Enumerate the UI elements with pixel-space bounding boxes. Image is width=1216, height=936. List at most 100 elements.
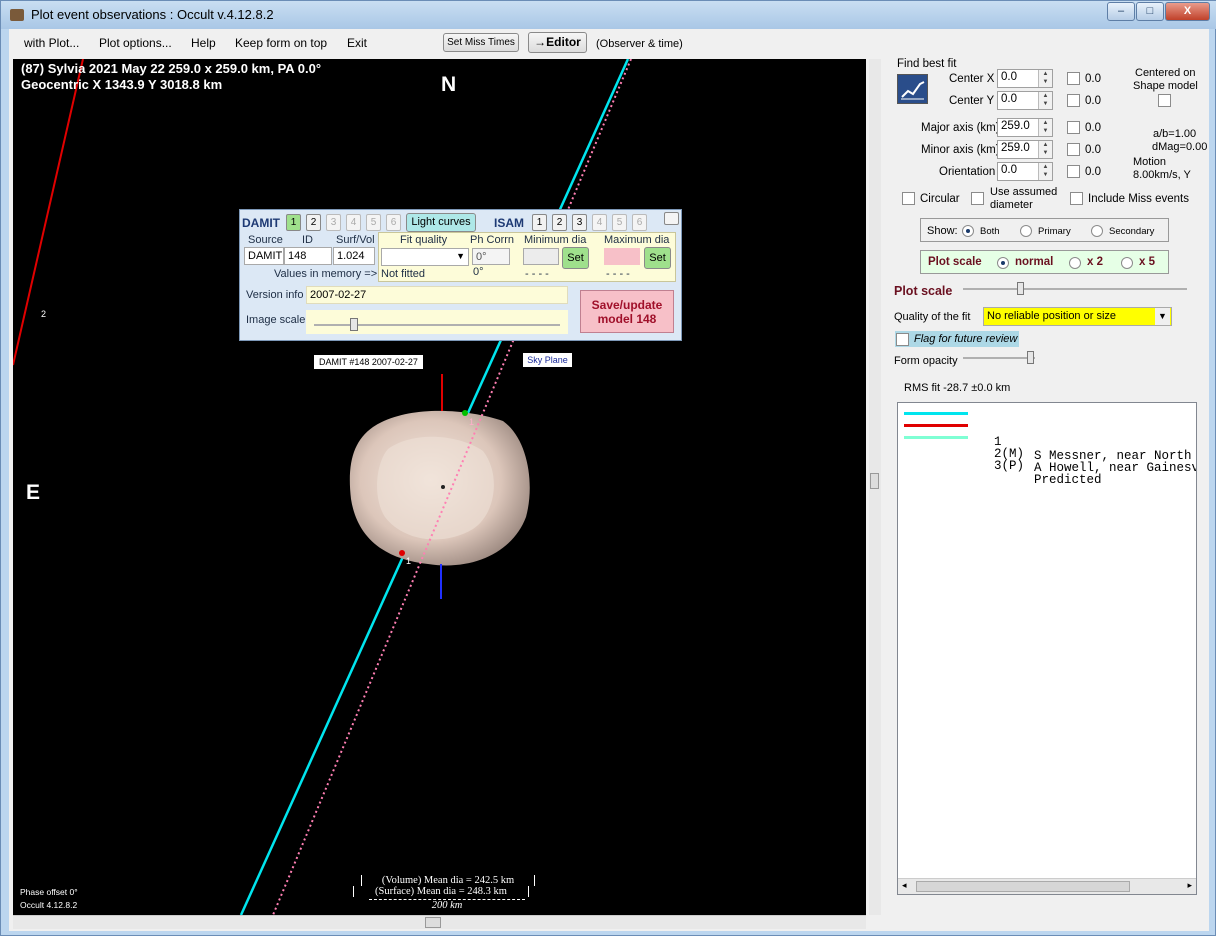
plot-area[interactable]: (87) Sylvia 2021 May 22 259.0 x 259.0 km…: [13, 59, 866, 915]
form-opacity-slider[interactable]: [959, 349, 1039, 367]
show-primary-radio[interactable]: [1020, 225, 1032, 237]
isam-model-1[interactable]: 1: [532, 214, 547, 231]
menu-plot-options[interactable]: Plot options...: [99, 36, 172, 50]
isam-model-4[interactable]: 4: [592, 214, 607, 231]
observer-time-label: (Observer & time): [596, 38, 683, 50]
major-axis-label: Major axis (km): [921, 122, 1000, 134]
scale-x5-radio[interactable]: [1121, 257, 1133, 269]
plot-horizontal-scrollbar[interactable]: [13, 915, 866, 929]
set-max-dia-button[interactable]: Set: [644, 247, 671, 269]
max-dia-memory: - - - -: [606, 268, 630, 280]
isam-model-5[interactable]: 5: [612, 214, 627, 231]
scroll-right-icon[interactable]: ▸: [1187, 880, 1192, 891]
volume-dia: (Volume) Mean dia = 242.5 km: [361, 875, 535, 886]
set-miss-times-button[interactable]: Set Miss Times: [443, 33, 519, 52]
quality-dropdown[interactable]: No reliable position or size ▼: [983, 307, 1172, 326]
damit-model-3[interactable]: 3: [326, 214, 341, 231]
shape-model-label: Shape model: [1133, 80, 1198, 92]
show-both-label: Both: [980, 226, 1000, 237]
damit-model-5[interactable]: 5: [366, 214, 381, 231]
find-best-fit-button[interactable]: [897, 74, 928, 104]
use-assumed-diameter-checkbox[interactable]: [971, 192, 984, 205]
max-dia-field[interactable]: [604, 248, 640, 265]
chord-end-dot: [399, 550, 405, 556]
model-label: DAMIT #148 2007-02-27: [314, 355, 423, 369]
menu-keep-on-top[interactable]: Keep form on top: [235, 36, 327, 50]
chord-start-dot: [462, 410, 468, 416]
orientation-input[interactable]: 0.0 ▲ ▼: [997, 162, 1053, 181]
motion-label: Motion: [1133, 156, 1167, 168]
menu-help[interactable]: Help: [191, 36, 216, 50]
quality-label: Quality of the fit: [894, 311, 971, 323]
show-secondary-label: Secondary: [1109, 226, 1155, 237]
scroll-left-icon[interactable]: ◂: [902, 880, 907, 891]
rms-fit: RMS fit -28.7 ±0.0 km: [904, 382, 1011, 394]
center-x-fit-value: 0.0: [1085, 73, 1101, 85]
legend-horizontal-scrollbar[interactable]: ◂ ▸: [898, 878, 1196, 894]
scale-x5-label: x 5: [1139, 256, 1155, 268]
show-both-radio[interactable]: [962, 225, 974, 237]
scale-normal-radio[interactable]: [997, 257, 1009, 269]
legend-swatch: [904, 412, 968, 415]
ph-corrn-field[interactable]: 0°: [472, 248, 510, 265]
minor-axis-checkbox[interactable]: [1067, 143, 1080, 156]
legend-num: 3(P): [994, 459, 1025, 473]
maximize-button[interactable]: □: [1136, 2, 1164, 21]
editor-button[interactable]: →Editor: [528, 32, 587, 53]
image-scale-slider[interactable]: [306, 310, 568, 334]
isam-model-2[interactable]: 2: [552, 214, 567, 231]
damit-model-4[interactable]: 4: [346, 214, 361, 231]
show-secondary-radio[interactable]: [1091, 225, 1103, 237]
center-x-input[interactable]: 0.0 ▲ ▼: [997, 69, 1053, 88]
plot-scale-slider[interactable]: [959, 281, 1191, 299]
plot-scale-label: Plot scale: [894, 284, 953, 298]
minimize-button[interactable]: ‒: [1107, 2, 1135, 21]
menu-with-plot[interactable]: with Plot...: [24, 36, 79, 50]
save-update-button[interactable]: Save/update model 148: [580, 290, 674, 333]
flag-review-label: Flag for future review: [914, 333, 1018, 345]
damit-model-1[interactable]: 1: [286, 214, 301, 231]
app-window: Plot event observations : Occult v.4.12.…: [0, 0, 1216, 936]
center-y-checkbox[interactable]: [1067, 94, 1080, 107]
orientation-checkbox[interactable]: [1067, 165, 1080, 178]
light-curves-button[interactable]: Light curves: [406, 213, 476, 232]
surface-dia: (Surface) Mean dia = 248.3 km: [353, 886, 529, 897]
close-button[interactable]: X: [1165, 2, 1210, 21]
image-scale-thumb[interactable]: [350, 318, 358, 331]
orientation-label: Orientation: [939, 166, 996, 178]
isam-model-3[interactable]: 3: [572, 214, 587, 231]
menu-exit[interactable]: Exit: [347, 36, 367, 50]
damit-model-2[interactable]: 2: [306, 214, 321, 231]
mean-dia-box: (Volume) Mean dia = 242.5 km (Surface) M…: [353, 875, 539, 915]
values-in-memory-label: Values in memory =>: [274, 268, 378, 280]
not-fitted-label: Not fitted: [381, 268, 426, 280]
min-dia-field[interactable]: [523, 248, 559, 265]
legend-scroll-thumb[interactable]: [916, 881, 1130, 892]
minor-axis-input[interactable]: 259.0 ▲ ▼: [997, 140, 1053, 159]
circular-checkbox[interactable]: [902, 192, 915, 205]
center-x-checkbox[interactable]: [1067, 72, 1080, 85]
version-info-label: Version info: [246, 289, 304, 301]
major-axis-checkbox[interactable]: [1067, 121, 1080, 134]
window-title: Plot event observations : Occult v.4.12.…: [31, 7, 274, 22]
fit-quality-header: Fit quality: [400, 234, 448, 246]
set-min-dia-button[interactable]: Set: [562, 247, 589, 269]
legend-swatch: [904, 424, 968, 427]
north-label: N: [441, 73, 457, 96]
plot-scale-thumb[interactable]: [1017, 282, 1024, 295]
damit-model-6[interactable]: 6: [386, 214, 401, 231]
form-opacity-thumb[interactable]: [1027, 351, 1034, 364]
image-scale-label: Image scale: [246, 314, 306, 326]
centered-on-shape-checkbox[interactable]: [1158, 94, 1171, 107]
center-y-input[interactable]: 0.0 ▲ ▼: [997, 91, 1053, 110]
splitter-scrollbar[interactable]: [869, 59, 881, 915]
major-axis-input[interactable]: 259.0 ▲ ▼: [997, 118, 1053, 137]
legend-row[interactable]: 3(P) Predicted: [898, 431, 1196, 487]
fit-quality-dropdown[interactable]: ▼: [381, 248, 469, 266]
include-miss-checkbox[interactable]: [1070, 192, 1083, 205]
isam-model-6[interactable]: 6: [632, 214, 647, 231]
flag-review-checkbox[interactable]: [896, 333, 909, 346]
panel-close-button[interactable]: [664, 212, 679, 225]
observer-legend: 1 S Messner, near North 2(M) A Howell, n…: [897, 402, 1197, 895]
scale-x2-radio[interactable]: [1069, 257, 1081, 269]
